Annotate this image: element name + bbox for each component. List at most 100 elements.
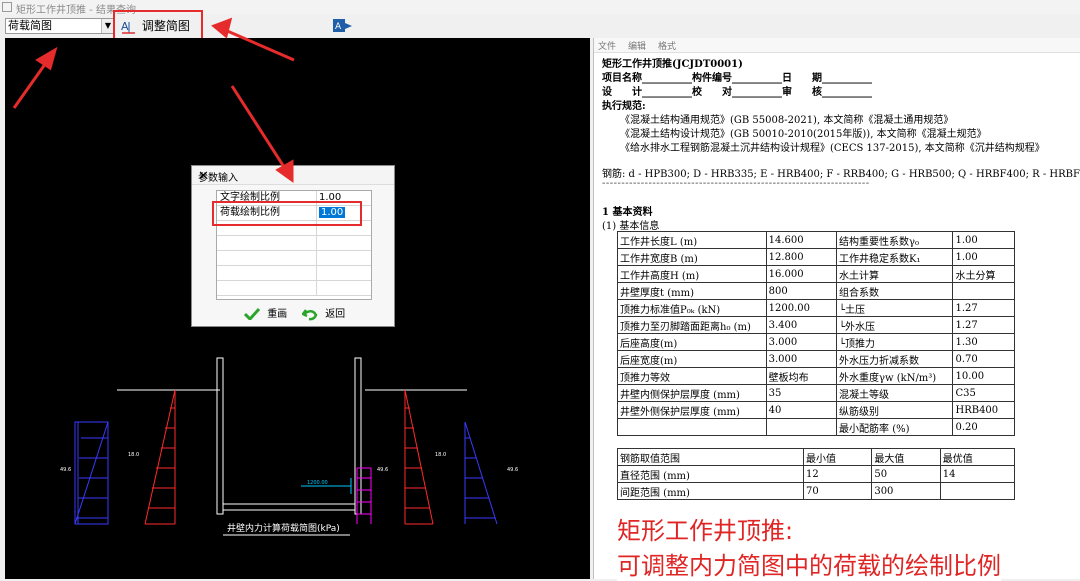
table-cell: 顶推力等效 [617, 367, 767, 385]
table-cell: 钢筋取值范围 [617, 448, 804, 466]
table-cell: 最小值 [802, 448, 873, 466]
design-line: 设 计__________校 对__________审 核__________ [602, 87, 872, 98]
table-cell: 工作井长度L (m) [617, 231, 767, 249]
table-cell: 壁板均布 [765, 367, 838, 385]
annotation-line-1: 矩形工作井顶推: [617, 511, 794, 546]
table-cell: 3.400 [765, 316, 838, 334]
left-outer-load [74, 421, 109, 525]
label-mid: 49.6 [377, 467, 388, 473]
view-select-value: 荷载简图 [8, 19, 52, 32]
table-cell: 水土计算 [836, 265, 954, 283]
table-row: 工作井宽度B (m) 12.800 工作井稳定系数K₁ 1.00 [617, 248, 1015, 266]
diagram-caption: 井壁内力计算荷载简图(kPa) [227, 522, 340, 534]
table-cell: 井壁外侧保护层厚度 (mm) [617, 401, 767, 419]
right-wall [354, 357, 362, 515]
standard-2: 《混凝土结构设计规范》(GB 50010-2010(2015年版)), 本文简称… [620, 129, 987, 140]
view-select[interactable]: 荷载简图 ▼ [5, 18, 115, 34]
table-cell: 14.600 [765, 231, 838, 249]
section-1-1: (1) 基本信息 [602, 221, 660, 232]
table-row: 井壁内侧保护层厚度 (mm) 35 混凝土等级 C35 [617, 384, 1015, 402]
undo-arrow-icon [302, 309, 318, 321]
export-icon[interactable]: A [332, 17, 354, 35]
redraw-label: 重画 [267, 309, 288, 320]
table-cell: 300 [871, 482, 941, 500]
table-cell [952, 282, 1015, 300]
standard-1: 《混凝土结构通用规范》(GB 55008-2021), 本文简称《混凝土通用规范… [620, 115, 954, 126]
table-cell: 外水压力折减系数 [836, 350, 954, 368]
table-cell: 35 [765, 384, 838, 402]
redraw-button[interactable]: 重画 [244, 306, 287, 324]
table-cell: 最大值 [871, 448, 941, 466]
table-cell: 0.70 [952, 350, 1015, 368]
bottom-slab [222, 503, 356, 511]
table-row: 最小配筋率 (%) 0.20 [617, 418, 1015, 436]
highlight-box-ratio [212, 201, 362, 226]
table-cell: 1200.00 [765, 299, 838, 317]
table-cell [765, 418, 838, 436]
annotation-line-2: 可调整内力简图中的荷载的绘制比例 [617, 546, 1001, 581]
thrust-load [356, 467, 372, 524]
table-cell: └土压 [836, 299, 954, 317]
table-cell [617, 418, 767, 436]
menu-edit[interactable]: 编辑 [628, 39, 646, 52]
divider-dashes: ----------------------------------------… [602, 178, 870, 189]
table-cell: 组合系数 [836, 282, 954, 300]
report-title: 矩形工作井顶推(JCJDT0001) [602, 59, 743, 70]
table-cell: 1.00 [952, 248, 1015, 266]
table-cell: 16.000 [765, 265, 838, 283]
table-cell: 工作井宽度B (m) [617, 248, 767, 266]
left-wall [216, 357, 224, 515]
table-cell: 纵筋级别 [836, 401, 954, 419]
table-cell: 1.27 [952, 316, 1015, 334]
table-cell: 12 [802, 465, 873, 483]
table-cell: 40 [765, 401, 838, 419]
app-icon [2, 2, 12, 12]
back-button[interactable]: 返回 [302, 306, 345, 324]
table-cell: 50 [871, 465, 941, 483]
report-panel[interactable]: 文件 编辑 格式 矩形工作井顶推(JCJDT0001) 项目名称________… [593, 38, 1080, 579]
back-label: 返回 [325, 309, 346, 320]
table-cell: 混凝土等级 [836, 384, 954, 402]
close-icon[interactable]: ✕ [198, 169, 388, 184]
table-row: 井壁外侧保护层厚度 (mm) 40 纵筋级别 HRB400 [617, 401, 1015, 419]
table-cell: 后座宽度(m) [617, 350, 767, 368]
param-row-empty [217, 281, 371, 296]
table-cell: 1.00 [952, 231, 1015, 249]
svg-text:A: A [335, 22, 342, 32]
dim-label: 1200.00 [307, 480, 328, 486]
table-cell: 1.27 [952, 299, 1015, 317]
rebar-range-table: 钢筋取值范围 最小值 最大值 最优值 直径范围 (mm) 12 50 14 间距范围 (mm) 7… [617, 448, 1016, 500]
table-cell: 最优值 [939, 448, 1016, 466]
table-cell: 井壁厚度t (mm) [617, 282, 767, 300]
project-line: 项目名称__________构件编号__________日 期_________… [602, 73, 872, 84]
table-cell: 水土分算 [952, 265, 1015, 283]
table-cell: 3.000 [765, 333, 838, 351]
table-cell: 后座高度(m) [617, 333, 767, 351]
table-cell: 1.30 [952, 333, 1015, 351]
table-row: 钢筋取值范围 最小值 最大值 最优值 [617, 448, 1016, 466]
table-cell: C35 [952, 384, 1015, 402]
table-cell: 外水重度γw (kN/m³) [836, 367, 954, 385]
param-row-empty [217, 266, 371, 281]
table-cell: 间距范围 (mm) [617, 482, 804, 500]
label-left-inner: 18.0 [128, 452, 139, 458]
standard-3: 《给水排水工程钢筋混凝土沉井结构设计规程》(CECS 137-2015), 本文… [620, 143, 1045, 154]
table-cell: 顶推力至刃脚踏面距离h₀ (m) [617, 316, 767, 334]
basic-info-table: 工作井长度L (m) 14.600 结构重要性系数γ₀ 1.00 工作井宽度B (m) 1… [617, 231, 1015, 436]
table-cell: 井壁内侧保护层厚度 (mm) [617, 384, 767, 402]
table-cell: 工作井高度H (m) [617, 265, 767, 283]
table-cell: 10.00 [952, 367, 1015, 385]
table-cell: HRB400 [952, 401, 1015, 419]
table-cell: 工作井稳定系数K₁ [836, 248, 954, 266]
table-cell: 14 [939, 465, 1016, 483]
param-row-empty [217, 251, 371, 266]
dialog-titlebar: 参数输入 ✕ [192, 166, 394, 185]
table-cell: 12.800 [765, 248, 838, 266]
report-menubar: 文件 编辑 格式 [594, 38, 1080, 53]
table-cell: 70 [802, 482, 873, 500]
menu-file[interactable]: 文件 [598, 39, 616, 52]
menu-format[interactable]: 格式 [658, 39, 676, 52]
table-cell [939, 482, 1016, 500]
table-row: 后座宽度(m) 3.000 外水压力折减系数 0.70 [617, 350, 1015, 368]
table-cell: 结构重要性系数γ₀ [836, 231, 954, 249]
